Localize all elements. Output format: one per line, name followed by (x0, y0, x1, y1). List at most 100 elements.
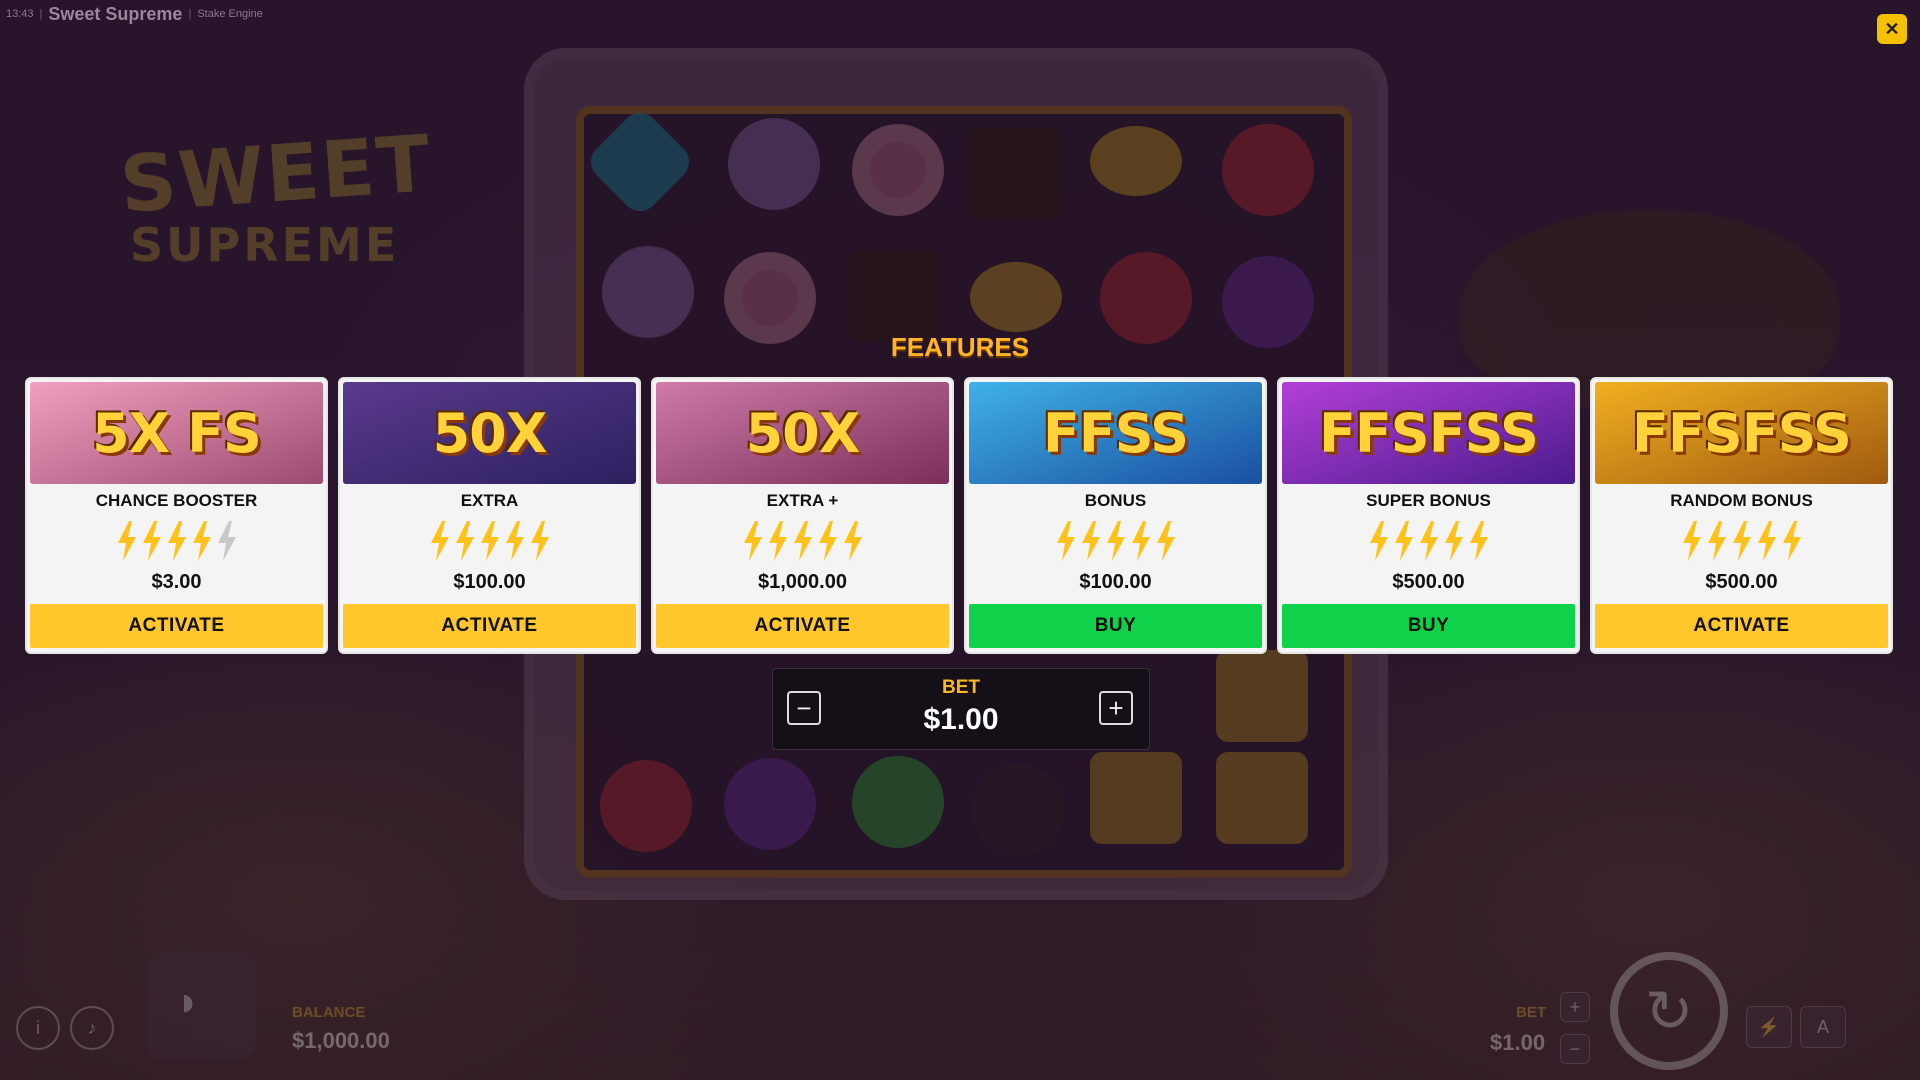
lightning-icon-filled (1782, 521, 1801, 561)
divider: | (188, 8, 192, 20)
hud-bet-label: BET (1516, 1004, 1546, 1021)
duck-icon: ◗ (176, 980, 201, 1024)
lightning-icon-filled (142, 521, 161, 561)
lightning-icon-filled (1081, 521, 1100, 561)
feature-card-art: 50X (343, 382, 636, 484)
close-button[interactable]: ✕ (1877, 14, 1907, 44)
volatility-rating (966, 521, 1265, 565)
feature-card: 50X EXTRA $100.00 ACTIVATE (338, 377, 641, 654)
feature-card-title: EXTRA (460, 491, 519, 510)
spin-button[interactable]: ↻ (1610, 952, 1728, 1070)
bet-value: $1.00 (923, 703, 999, 736)
lightning-icon-filled (192, 521, 211, 561)
divider: | (39, 8, 43, 20)
feature-card-title: EXTRA + (766, 491, 839, 510)
feature-card-art: 50X (656, 382, 949, 484)
bet-panel: − BET $1.00 + (772, 668, 1150, 750)
lightning-icon-filled (1156, 521, 1175, 561)
balance-label: BALANCE (292, 1004, 366, 1021)
lightning-icon-filled (480, 521, 499, 561)
buy-button[interactable]: BUY (1282, 604, 1575, 648)
feature-card-art: FFSFSS (1595, 382, 1888, 484)
lightning-icon-filled (743, 521, 762, 561)
bet-increase-button[interactable]: + (1099, 691, 1133, 725)
feature-card-art-lettering: FFSFSS (1319, 401, 1539, 465)
lightning-icon-filled (1131, 521, 1150, 561)
lightning-icon-filled (1707, 521, 1726, 561)
window-title-bar: 13:43 | Sweet Supreme | Stake Engine (6, 4, 263, 24)
activate-button[interactable]: ACTIVATE (30, 604, 323, 648)
sound-button[interactable]: ♪ (70, 1006, 114, 1050)
hud-bet-increase-button[interactable]: + (1560, 992, 1590, 1022)
bet-label: BET (942, 677, 980, 698)
feature-card: 5X FS CHANCE BOOSTER $3.00 ACTIVATE (25, 377, 328, 654)
lightning-icon-filled (167, 521, 186, 561)
autoplay-icon: A (1816, 1016, 1829, 1037)
lightning-icon-filled (1732, 521, 1751, 561)
volatility-rating (1592, 521, 1891, 565)
feature-card-art-lettering: 50X (432, 401, 548, 465)
lightning-icon-filled (1394, 521, 1413, 561)
lightning-icon-filled (505, 521, 524, 561)
game-title: Sweet Supreme (48, 3, 183, 24)
lightning-icon-filled (1106, 521, 1125, 561)
autoplay-button[interactable]: A (1800, 1006, 1846, 1048)
sound-icon: ♪ (87, 1017, 97, 1038)
feature-card: FFSFSS RANDOM BONUS $500.00 ACTIVATE (1590, 377, 1893, 654)
lightning-icon-filled (768, 521, 787, 561)
activate-button[interactable]: ACTIVATE (1595, 604, 1888, 648)
buy-feature-button[interactable]: ◗ (146, 950, 256, 1060)
feature-card: FFSFSS SUPER BONUS $500.00 BUY (1277, 377, 1580, 654)
clock-time: 13:43 (6, 8, 34, 20)
feature-card: FFSS BONUS $100.00 BUY (964, 377, 1267, 654)
lightning-icon-empty (217, 521, 236, 561)
feature-card-title: CHANCE BOOSTER (95, 491, 258, 510)
activate-button[interactable]: ACTIVATE (343, 604, 636, 648)
lightning-icon-filled (530, 521, 549, 561)
feature-card-price: $3.00 (151, 571, 202, 593)
volatility-rating (340, 521, 639, 565)
feature-card-price: $100.00 (453, 571, 526, 593)
feature-card-price: $500.00 (1705, 571, 1778, 593)
lightning-icon-filled (455, 521, 474, 561)
feature-cards: 5X FS CHANCE BOOSTER $3.00 ACTIVATE 50X EXTRA… (25, 377, 1895, 654)
buy-button[interactable]: BUY (969, 604, 1262, 648)
volatility-rating (27, 521, 326, 565)
hud-bet-decrease-button[interactable]: − (1560, 1034, 1590, 1064)
lightning-icon-filled (1469, 521, 1488, 561)
feature-card-art: FFSFSS (1282, 382, 1575, 484)
feature-card-price: $1,000.00 (758, 571, 847, 593)
activate-button[interactable]: ACTIVATE (656, 604, 949, 648)
lightning-icon-filled (1369, 521, 1388, 561)
minus-icon: − (1569, 1038, 1581, 1059)
feature-card-price: $100.00 (1079, 571, 1152, 593)
lightning-icon: ⚡ (1757, 1016, 1781, 1037)
lightning-icon-filled (1056, 521, 1075, 561)
lightning-icon-filled (793, 521, 812, 561)
lightning-icon-filled (430, 521, 449, 561)
volatility-rating (1279, 521, 1578, 565)
provider-name: Stake Engine (197, 8, 263, 20)
lightning-icon-filled (1444, 521, 1463, 561)
lightning-icon-filled (818, 521, 837, 561)
hud-bet-value: $1.00 (1490, 1030, 1546, 1055)
info-icon: i (36, 1017, 40, 1038)
feature-card-art-lettering: FFSS (1042, 401, 1189, 465)
info-button[interactable]: i (16, 1006, 60, 1050)
feature-card-art-lettering: FFSFSS (1632, 401, 1852, 465)
volatility-rating (653, 521, 952, 565)
plus-icon: + (1108, 693, 1124, 723)
lightning-icon-filled (1682, 521, 1701, 561)
lightning-icon-filled (843, 521, 862, 561)
features-title: FEATURES (890, 332, 1030, 362)
feature-card-title: SUPER BONUS (1366, 491, 1491, 510)
feature-card-price: $500.00 (1392, 571, 1465, 593)
balance-value: $1,000.00 (292, 1028, 390, 1053)
lightning-icon-filled (1757, 521, 1776, 561)
feature-card-art-lettering: 5X FS (92, 401, 262, 465)
feature-card-art: 5X FS (30, 382, 323, 484)
feature-card-title: BONUS (1084, 491, 1147, 510)
close-icon: ✕ (1884, 18, 1900, 39)
turbo-button[interactable]: ⚡ (1746, 1006, 1792, 1048)
lightning-icon-filled (117, 521, 136, 561)
